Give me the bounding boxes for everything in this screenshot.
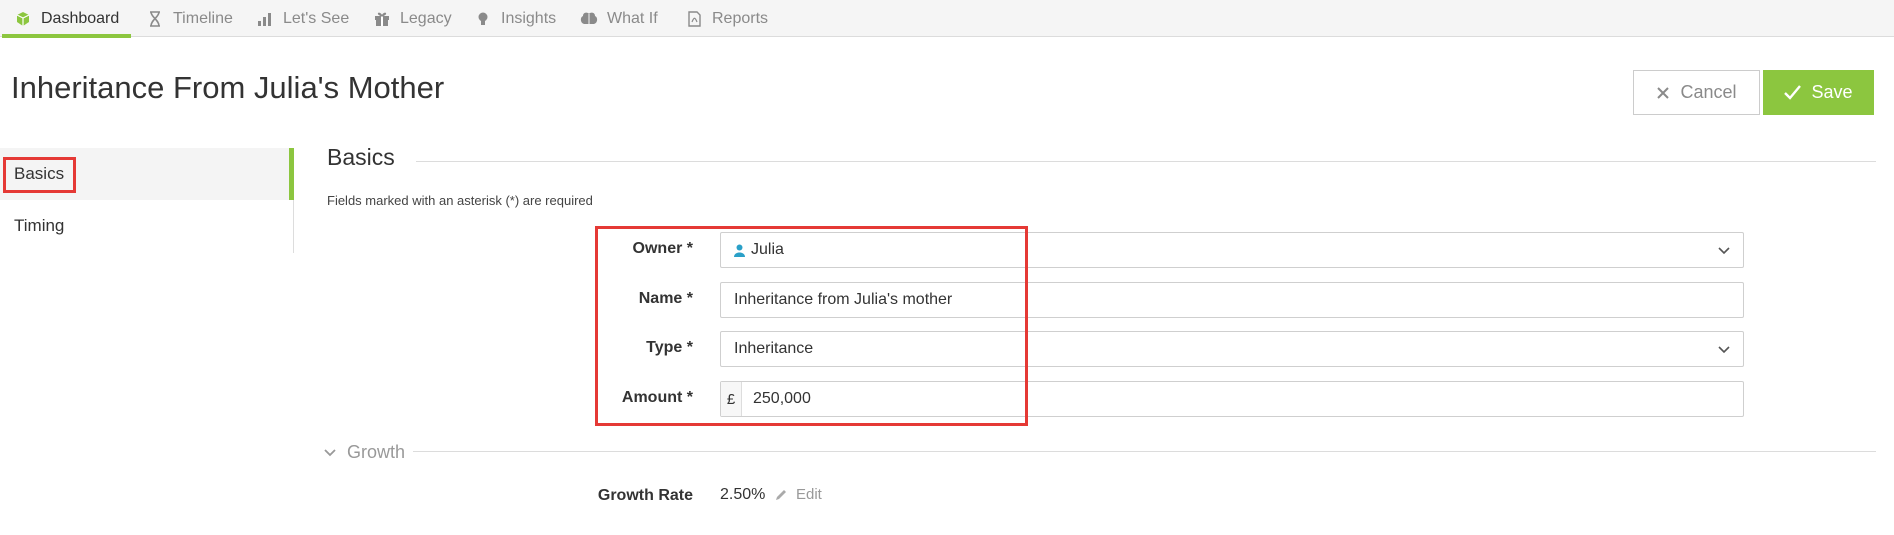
tab-lets-see[interactable]: Let's See [256,0,349,37]
hourglass-icon [146,10,164,28]
tab-label: Reports [712,9,769,27]
sidebar-item-label: Timing [14,216,65,235]
tab-timeline[interactable]: Timeline [146,0,233,37]
lightbulb-icon [474,10,492,28]
tab-what-if[interactable]: What If [580,0,658,37]
chevron-down-icon [323,447,337,459]
pdf-icon [685,10,703,28]
bar-chart-icon [256,10,274,28]
page-title: Inheritance From Julia's Mother [11,70,445,105]
save-label: Save [1811,82,1853,102]
section-title-growth: Growth [347,442,406,462]
check-icon [1784,85,1802,100]
tab-label: What If [607,9,658,27]
sidebar-item-timing[interactable]: Timing [0,200,293,252]
close-icon [1656,86,1670,100]
top-nav: Dashboard Timeline Let's See Legacy Insi… [0,0,1894,38]
save-button[interactable]: Save [1763,70,1874,115]
tab-label: Let's See [283,9,350,27]
cancel-button[interactable]: Cancel [1633,70,1760,115]
section-divider [413,451,1876,452]
tab-label: Legacy [400,9,452,27]
growth-rate-label: Growth Rate [597,487,693,504]
tab-dashboard[interactable]: Dashboard [1,0,132,38]
tab-insights[interactable]: Insights [474,0,556,37]
section-divider [416,161,1876,162]
tab-reports[interactable]: Reports [685,0,768,37]
growth-rate-edit-link[interactable]: Edit [775,486,822,503]
required-fields-note: Fields marked with an asterisk (*) are r… [327,193,593,208]
chevron-down-icon [1717,342,1731,361]
chevron-down-icon [1717,243,1731,262]
highlight-box-basics [3,157,76,193]
cube-icon [14,10,32,28]
section-title-basics: Basics [327,144,395,170]
tab-label: Insights [501,9,557,27]
pencil-icon [775,488,788,501]
edit-label: Edit [796,486,822,503]
growth-section-toggle[interactable]: Growth [323,442,405,463]
growth-rate-value: 2.50% [720,486,766,503]
tab-label: Dashboard [41,9,120,27]
gift-icon [373,10,391,28]
brain-icon [580,10,598,28]
highlight-box-form-labels [595,226,1028,426]
cancel-label: Cancel [1680,82,1737,102]
tab-legacy[interactable]: Legacy [373,0,452,37]
tab-label: Timeline [173,9,233,27]
